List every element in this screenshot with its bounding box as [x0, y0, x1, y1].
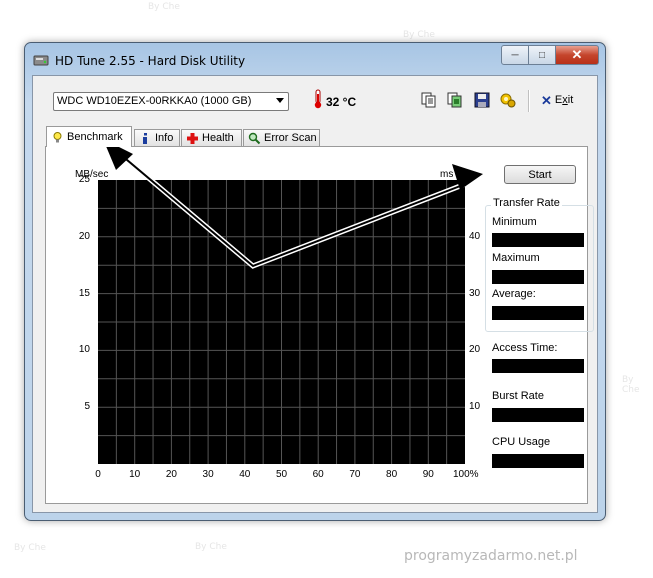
- cpu-usage-label: CPU Usage: [492, 436, 551, 448]
- tab-label: Error Scan: [264, 132, 317, 144]
- tab-info[interactable]: Info: [134, 129, 180, 146]
- info-icon: [143, 132, 147, 144]
- watermark-text: By Che: [14, 543, 46, 553]
- tab-health[interactable]: Health: [181, 129, 242, 146]
- maximum-label: Maximum: [492, 252, 540, 264]
- drive-select[interactable]: WDC WD10EZEX-00RKKA0 (1000 GB): [53, 92, 289, 111]
- hard-disk-icon: [33, 55, 49, 66]
- exit-icon: ✕: [541, 92, 552, 108]
- x-tick-label: 70: [349, 469, 361, 480]
- start-button[interactable]: Start: [504, 165, 576, 184]
- minimize-button[interactable]: ─: [501, 45, 529, 65]
- average-label: Average:: [492, 288, 536, 300]
- minimum-value: [492, 233, 584, 247]
- x-tick-label: 50: [275, 469, 288, 480]
- watermark-text: By Che: [622, 375, 640, 395]
- x-tick-label: 80: [386, 469, 398, 480]
- y-right-tick-label: 20: [469, 344, 481, 356]
- burst-rate-label: Burst Rate: [492, 390, 544, 402]
- x-tick-label: 90: [422, 469, 434, 480]
- save-icon[interactable]: [474, 92, 490, 108]
- tab-label: Health: [202, 132, 234, 144]
- temperature-readout: 32 °C: [326, 95, 357, 109]
- watermark-text: By Che: [148, 2, 180, 12]
- y-right-tick-label: 30: [469, 287, 481, 299]
- x-tick-label: 40: [239, 469, 251, 480]
- window-title: HD Tune 2.55 - Hard Disk Utility: [55, 54, 246, 68]
- magnifier-icon: [248, 132, 261, 144]
- x-tick-label: 10: [129, 469, 141, 480]
- lightbulb-icon: [53, 131, 62, 142]
- client-area: WDC WD10EZEX-00RKKA0 (1000 GB) 32 °C ✕ E…: [32, 75, 598, 513]
- y-left-tick-label: 5: [84, 401, 90, 413]
- copy-text-icon[interactable]: [421, 92, 437, 108]
- y-left-tick-label: 10: [78, 344, 90, 356]
- x-tick-label: 100%: [453, 469, 479, 480]
- access-time-value: [492, 359, 584, 373]
- maximize-button[interactable]: □: [529, 45, 555, 65]
- close-button[interactable]: ✕: [555, 45, 599, 65]
- x-tick-label: 30: [202, 469, 214, 480]
- y-left-tick-label: 20: [78, 230, 90, 242]
- copy-screenshot-icon[interactable]: [447, 92, 463, 108]
- x-tick-label: 20: [165, 469, 177, 480]
- access-time-label: Access Time:: [492, 342, 558, 354]
- x-tick-label: 60: [312, 469, 324, 480]
- tab-label: Info: [155, 132, 174, 144]
- y-right-tick-label: 40: [469, 230, 481, 242]
- toolbar-separator: [528, 90, 530, 112]
- thermometer-icon: [314, 89, 322, 109]
- x-tick-label: 0: [95, 469, 101, 480]
- y-right-tick-label: 10: [469, 401, 481, 413]
- burst-rate-value: [492, 408, 584, 422]
- drive-select-value: WDC WD10EZEX-00RKKA0 (1000 GB): [57, 95, 252, 107]
- hdtune-window: HD Tune 2.55 - Hard Disk Utility ─ □ ✕ W…: [24, 42, 606, 521]
- watermark-text: By Che: [195, 542, 227, 552]
- tab-benchmark[interactable]: Benchmark: [46, 126, 132, 147]
- exit-label: Exit: [554, 94, 574, 106]
- health-cross-icon: [187, 132, 198, 144]
- maximum-value: [492, 270, 584, 284]
- minimum-label: Minimum: [492, 216, 537, 228]
- site-watermark: programyzadarmo.net.pl: [404, 548, 578, 564]
- average-value: [492, 306, 584, 320]
- tab-error-scan[interactable]: Error Scan: [243, 129, 320, 146]
- watermark-text: By Che: [403, 30, 435, 40]
- chevron-down-icon: [276, 98, 284, 103]
- exit-button[interactable]: ✕ Exit: [541, 92, 574, 108]
- cpu-usage-value: [492, 454, 584, 468]
- tab-label: Benchmark: [67, 131, 123, 143]
- title-bar[interactable]: HD Tune 2.55 - Hard Disk Utility ─ □ ✕: [25, 43, 605, 75]
- y-left-tick-label: 25: [78, 174, 90, 185]
- benchmark-panel: MB/sec ms 25 20 15 10 5 40 30 20 10 0 10 20 30 40 50 60…: [45, 146, 594, 504]
- transfer-rate-title: Transfer Rate: [491, 197, 562, 209]
- options-icon[interactable]: [500, 92, 516, 108]
- y-left-tick-label: 15: [78, 287, 90, 299]
